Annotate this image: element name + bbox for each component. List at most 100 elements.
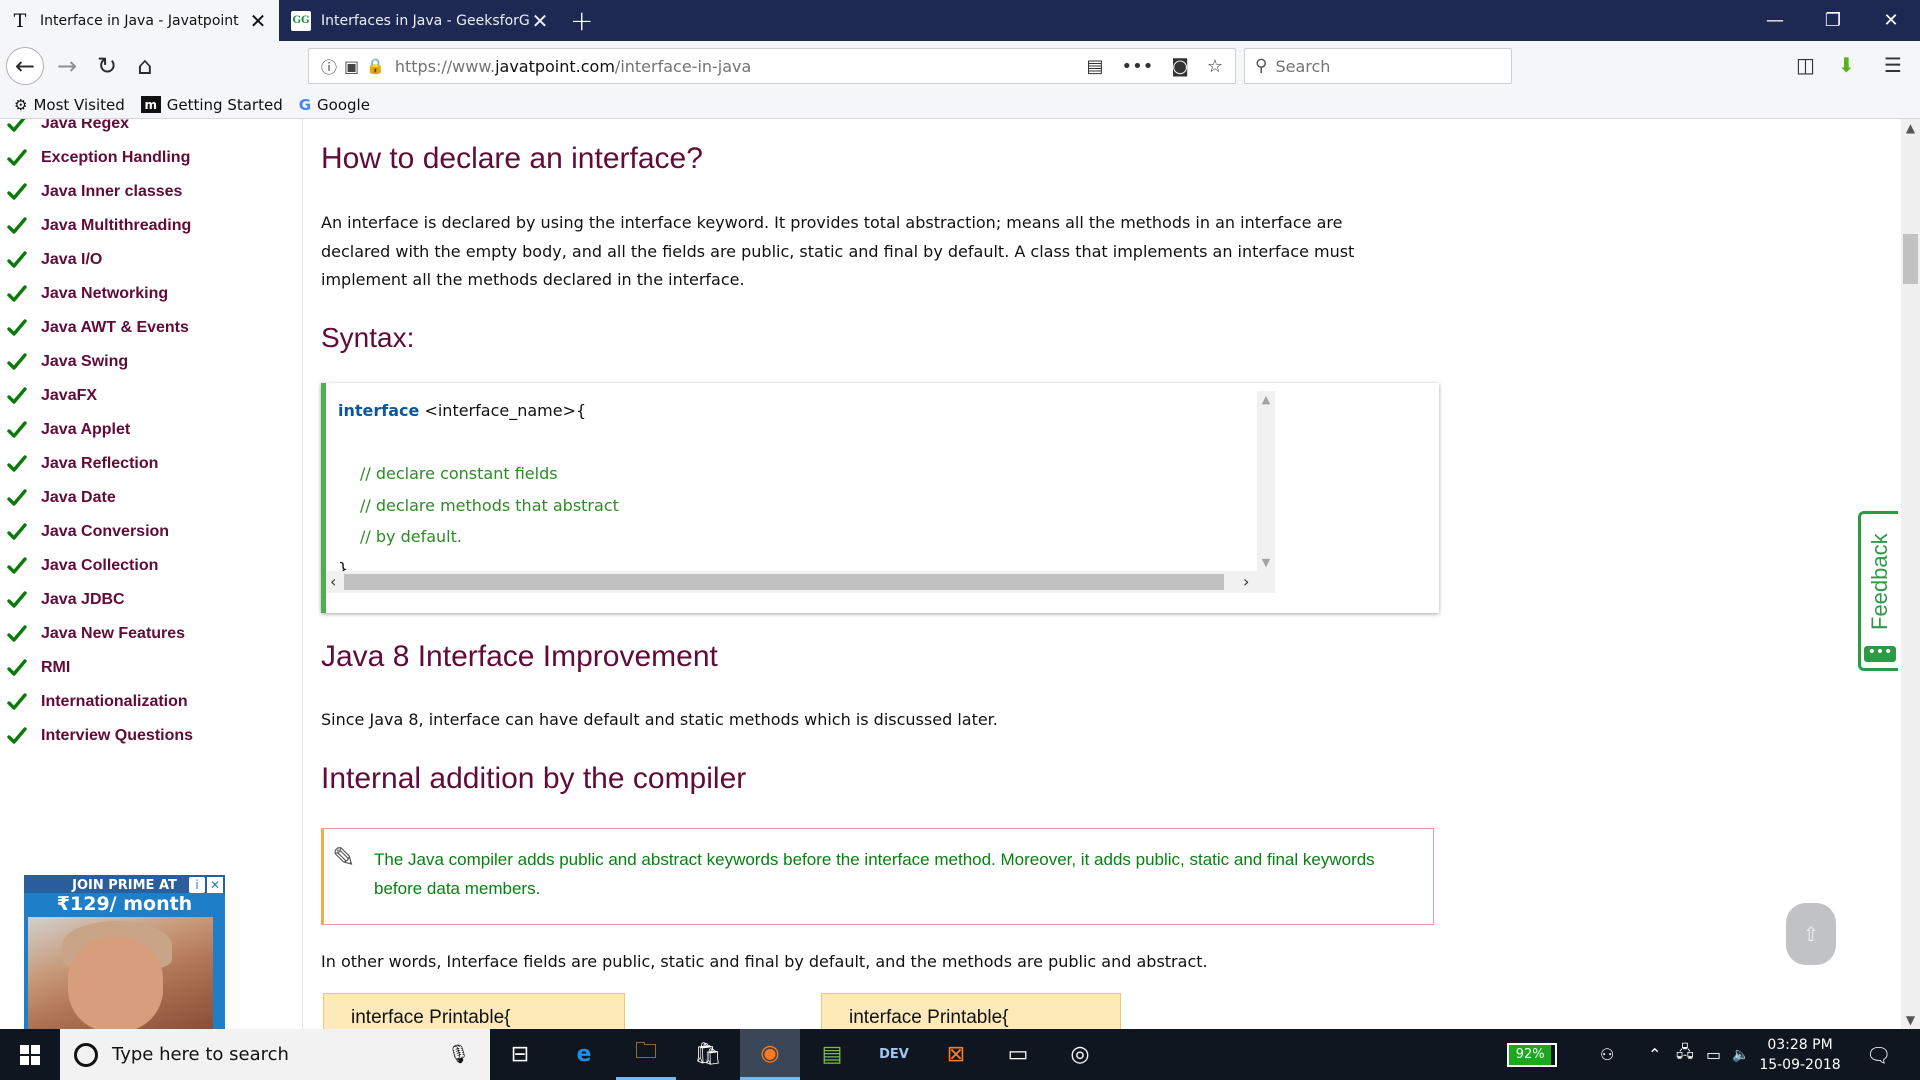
gear-icon: ⚙ (14, 95, 28, 114)
battery-indicator[interactable]: 92% (1507, 1043, 1557, 1067)
sidebar-item-label: Java Conversion (41, 523, 170, 540)
minimize-icon[interactable]: — (1746, 0, 1804, 41)
clock[interactable]: 03:28 PM 15-09-2018 (1740, 1035, 1860, 1075)
code-sample-left: interface Printable{ (323, 993, 625, 1029)
download-icon[interactable]: ⬇ (1838, 53, 1855, 77)
sidebar-item[interactable]: Java Inner classes (6, 175, 193, 209)
ad-close-icon[interactable]: ✕ (207, 877, 223, 893)
menu-icon[interactable]: ☰ (1884, 53, 1902, 77)
search-bar[interactable]: ⚲ Search (1244, 48, 1512, 84)
scroll-right-icon[interactable]: › (1243, 572, 1249, 591)
reload-icon[interactable]: ↻ (90, 49, 124, 83)
sidebar-item[interactable]: RMI (6, 651, 193, 685)
file-explorer-icon[interactable]: 🗀 (616, 1029, 676, 1080)
checkmark-icon (6, 249, 28, 271)
dev-cpp-icon[interactable]: DEV (864, 1029, 924, 1080)
edge-icon[interactable]: e (554, 1029, 614, 1080)
bookmark-most-visited[interactable]: ⚙ Most Visited (14, 96, 125, 114)
bookmark-label: Google (317, 95, 370, 114)
code-horizontal-scrollbar[interactable]: ‹ › (326, 571, 1275, 593)
bookmarks-bar: ⚙ Most Visited m Getting Started G Googl… (0, 91, 1920, 119)
sidebar-item[interactable]: Interview Questions (6, 719, 193, 753)
taskbar-search-placeholder: Type here to search (112, 1044, 289, 1065)
sidebar-item[interactable]: Java Reflection (6, 447, 193, 481)
taskbar-search[interactable]: Type here to search 🎙 (60, 1029, 490, 1080)
home-icon[interactable]: ⌂ (128, 49, 162, 83)
advertisement[interactable]: JOIN PRIME AT ₹129/ month i ✕ (24, 875, 225, 1029)
sidebar-item[interactable]: JavaFX (6, 379, 193, 413)
checkmark-icon (6, 521, 28, 543)
url-bar[interactable]: ⓘ ▣ 🔒 https://www.javatpoint.com/interfa… (308, 48, 1236, 84)
firefox-icon[interactable]: ◉ (740, 1029, 800, 1080)
code-vertical-scrollbar[interactable]: ▲ ▼ (1257, 391, 1275, 571)
reader-view-icon[interactable]: ▤ (1087, 56, 1104, 77)
sidebar-item[interactable]: Java New Features (6, 617, 193, 651)
microphone-icon[interactable]: 🎙 (447, 1044, 470, 1065)
scroll-up-icon[interactable]: ▲ (1257, 393, 1275, 406)
tab-javatpoint[interactable]: T Interface in Java - Javatpoint ✕ (0, 0, 279, 41)
permissions-icon[interactable]: ▣ (344, 57, 359, 76)
new-tab-icon[interactable]: + (570, 4, 593, 37)
navigation-bar: ← → ↻ ⌂ ⓘ ▣ 🔒 https://www.javatpoint.com… (0, 41, 1920, 91)
obs-icon[interactable]: ◎ (1050, 1029, 1110, 1080)
tab-geeksforgeeks[interactable]: GG Interfaces in Java - GeeksforGeeks ✕ (281, 0, 561, 41)
close-window-icon[interactable]: ✕ (1862, 0, 1920, 41)
restore-icon[interactable]: ❐ (1804, 0, 1862, 41)
checkmark-icon (6, 657, 28, 679)
bookmark-star-icon[interactable]: ☆ (1207, 56, 1223, 77)
sidebar-item-label: Java Networking (41, 285, 169, 302)
url-prefix: https://www. (394, 56, 496, 76)
power-icon[interactable]: ▭ (1706, 1029, 1721, 1080)
sidebar-item[interactable]: Java Conversion (6, 515, 193, 549)
scrollbar-thumb[interactable] (344, 574, 1224, 590)
tab-close-icon[interactable]: ✕ (247, 9, 269, 33)
sidebar-item[interactable]: Java JDBC (6, 583, 193, 617)
sidebar-item[interactable]: Exception Handling (6, 141, 193, 175)
network-icon[interactable]: 🖧 (1676, 1029, 1694, 1080)
checkmark-icon (6, 691, 28, 713)
back-icon[interactable]: ← (6, 47, 44, 85)
sidebar-item[interactable]: Java Multithreading (6, 209, 193, 243)
checkmark-icon (6, 623, 28, 645)
show-hidden-icons[interactable]: ⌃ (1648, 1029, 1661, 1080)
scroll-down-icon[interactable]: ▼ (1901, 1013, 1920, 1027)
sidebar-item[interactable]: Java Swing (6, 345, 193, 379)
pocket-icon[interactable]: ◙ (1171, 56, 1188, 77)
lock-icon[interactable]: 🔒 (366, 57, 385, 75)
scrollbar-thumb[interactable] (1903, 234, 1918, 284)
forward-icon[interactable]: → (50, 49, 84, 83)
sidebar-item[interactable]: Internationalization (6, 685, 193, 719)
page-scrollbar[interactable]: ▲ ▼ (1901, 119, 1920, 1029)
feedback-button[interactable]: Feedback ••• (1858, 511, 1898, 671)
sidebar-item[interactable]: Java Collection (6, 549, 193, 583)
sidebar-item[interactable]: Java Applet (6, 413, 193, 447)
task-view-icon[interactable]: ⊟ (490, 1029, 550, 1080)
scroll-up-icon[interactable]: ▲ (1901, 121, 1920, 135)
bookmark-getting-started[interactable]: m Getting Started (140, 96, 283, 114)
scroll-to-top-button[interactable]: ⇧ (1786, 903, 1836, 965)
bookmark-google[interactable]: G Google (299, 96, 370, 114)
start-button[interactable] (0, 1029, 60, 1080)
page-actions-icon[interactable]: ••• (1122, 56, 1154, 77)
sidebar-item[interactable]: Java Regex (6, 119, 193, 141)
action-center-icon[interactable]: 🗨 (1866, 1029, 1891, 1080)
sidebar-item-label: Java Applet (41, 421, 131, 438)
feedback-label: Feedback (1867, 533, 1892, 630)
info-icon[interactable]: ⓘ (321, 54, 337, 78)
sidebar-item-label: Java Regex (41, 119, 130, 132)
sidebar-toggle-icon[interactable]: ◫ (1796, 53, 1815, 77)
scroll-left-icon[interactable]: ‹ (330, 572, 336, 591)
sidebar-item[interactable]: Java AWT & Events (6, 311, 193, 345)
sidebar-item[interactable]: Java Networking (6, 277, 193, 311)
notepad-icon[interactable]: ▤ (802, 1029, 862, 1080)
terminal-icon[interactable]: ▭ (988, 1029, 1048, 1080)
store-icon[interactable]: 🛍 (678, 1029, 738, 1080)
xampp-icon[interactable]: ⊠ (926, 1029, 986, 1080)
url-text[interactable]: https://www.javatpoint.com/interface-in-… (395, 57, 1087, 76)
people-icon[interactable]: ⚇ (1600, 1029, 1614, 1080)
tab-close-icon[interactable]: ✕ (529, 9, 551, 33)
sidebar-item[interactable]: Java I/O (6, 243, 193, 277)
scroll-down-icon[interactable]: ▼ (1257, 556, 1275, 569)
sidebar-item[interactable]: Java Date (6, 481, 193, 515)
ad-info-icon[interactable]: i (189, 877, 205, 893)
